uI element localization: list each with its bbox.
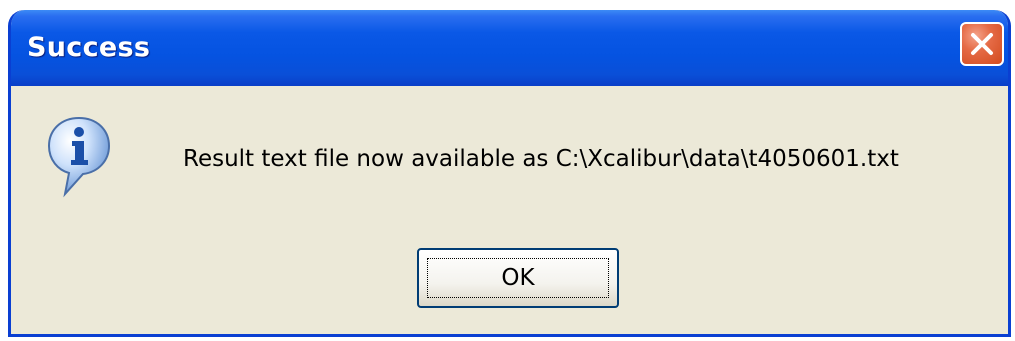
ok-button-label: OK <box>427 258 609 298</box>
title-bar[interactable]: Success <box>11 10 1008 86</box>
window-title: Success <box>27 32 151 63</box>
close-button[interactable] <box>960 22 1004 66</box>
info-icon <box>47 116 111 198</box>
message-text: Result text file now available as C:\Xca… <box>183 146 899 172</box>
success-dialog: Success Result text file now available a… <box>8 10 1011 337</box>
close-icon <box>971 33 993 55</box>
ok-button[interactable]: OK <box>417 248 619 308</box>
